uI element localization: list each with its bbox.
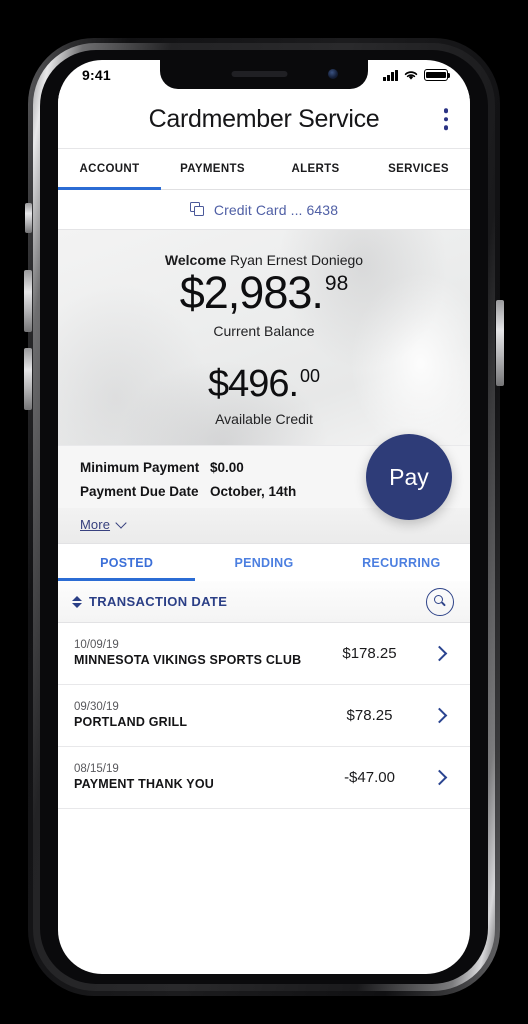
sort-updown-icon bbox=[72, 595, 82, 608]
status-bar-time: 9:41 bbox=[82, 67, 111, 83]
page-title: Cardmember Service bbox=[148, 104, 380, 133]
transaction-amount: -$47.00 bbox=[344, 769, 395, 786]
cellular-signal-icon bbox=[383, 69, 398, 81]
balance-hero: Welcome Ryan Ernest Doniego $2,983. 98 C… bbox=[58, 230, 470, 445]
available-credit-amount: $496. 00 bbox=[58, 365, 470, 403]
transaction-date: 08/15/19 bbox=[74, 762, 119, 775]
search-icon bbox=[433, 595, 447, 608]
transaction-details: 10/09/19 MINNESOTA VIKINGS SPORTS CLUB bbox=[74, 639, 317, 668]
chevron-down-icon bbox=[115, 516, 127, 529]
phone-notch bbox=[160, 60, 368, 89]
minimum-payment-value: $0.00 bbox=[210, 460, 244, 475]
tab-recurring-label: RECURRING bbox=[362, 555, 441, 570]
table-row[interactable]: 08/15/19 PAYMENT THANK YOU -$47.00 bbox=[58, 747, 470, 809]
payment-due-date-value: October, 14th bbox=[210, 484, 297, 499]
available-credit-cents: 00 bbox=[300, 366, 321, 386]
tab-services-label: SERVICES bbox=[388, 163, 449, 175]
hero-spacer bbox=[58, 339, 470, 365]
pay-button[interactable]: Pay bbox=[366, 434, 452, 520]
payment-summary: Minimum Payment $0.00 Payment Due Date O… bbox=[58, 434, 470, 543]
tab-account-label: ACCOUNT bbox=[79, 163, 140, 175]
transaction-amount: $78.25 bbox=[346, 707, 393, 724]
current-balance-cents: 98 bbox=[324, 272, 349, 295]
phone-screen: 9:41 Cardmember Service ACCOUNT PAYMENTS… bbox=[58, 60, 470, 974]
tab-posted[interactable]: POSTED bbox=[58, 544, 196, 581]
transaction-sort-bar: TRANSACTION DATE bbox=[58, 581, 470, 623]
front-camera-icon bbox=[328, 69, 338, 79]
sort-by-date-control[interactable]: TRANSACTION DATE bbox=[72, 594, 227, 609]
tab-payments[interactable]: PAYMENTS bbox=[161, 149, 264, 189]
more-label: More bbox=[80, 517, 111, 532]
battery-full-icon bbox=[424, 69, 451, 81]
tab-recurring[interactable]: RECURRING bbox=[333, 544, 470, 581]
welcome-label: Welcome bbox=[164, 252, 227, 268]
customer-name: Ryan Ernest Doniego bbox=[230, 252, 364, 268]
tab-services[interactable]: SERVICES bbox=[367, 149, 470, 189]
pay-button-label: Pay bbox=[389, 463, 429, 490]
payment-due-date-label: Payment Due Date bbox=[80, 484, 199, 499]
mute-switch-button[interactable] bbox=[25, 203, 32, 233]
transaction-details: 09/30/19 PORTLAND GRILL bbox=[74, 701, 317, 730]
power-button[interactable] bbox=[496, 300, 504, 386]
tab-pending-label: PENDING bbox=[234, 555, 294, 570]
earpiece-speaker-icon bbox=[231, 71, 288, 77]
app-header: Cardmember Service bbox=[58, 90, 470, 148]
welcome-line: Welcome Ryan Ernest Doniego bbox=[58, 252, 470, 268]
volume-up-button[interactable] bbox=[24, 270, 32, 332]
table-row[interactable]: 10/09/19 MINNESOTA VIKINGS SPORTS CLUB $… bbox=[58, 623, 470, 685]
current-balance-caption: Current Balance bbox=[213, 323, 315, 339]
tab-account[interactable]: ACCOUNT bbox=[58, 149, 161, 190]
transaction-details: 08/15/19 PAYMENT THANK YOU bbox=[74, 763, 317, 792]
transaction-amount: $178.25 bbox=[342, 645, 397, 662]
table-row[interactable]: 09/30/19 PORTLAND GRILL $78.25 bbox=[58, 685, 470, 747]
tab-pending[interactable]: PENDING bbox=[195, 544, 332, 581]
tab-alerts-label: ALERTS bbox=[291, 163, 340, 175]
transaction-merchant: MINNESOTA VIKINGS SPORTS CLUB bbox=[74, 652, 302, 667]
wifi-icon bbox=[404, 71, 418, 80]
transaction-merchant: PORTLAND GRILL bbox=[74, 714, 188, 729]
tab-posted-label: POSTED bbox=[100, 555, 154, 570]
kebab-menu-icon[interactable] bbox=[440, 104, 453, 134]
tab-alerts[interactable]: ALERTS bbox=[264, 149, 367, 189]
status-bar-indicators bbox=[383, 69, 451, 81]
minimum-payment-label: Minimum Payment bbox=[80, 460, 200, 475]
transaction-merchant: PAYMENT THANK YOU bbox=[74, 776, 214, 791]
chevron-right-icon[interactable] bbox=[422, 707, 456, 724]
transaction-list: 10/09/19 MINNESOTA VIKINGS SPORTS CLUB $… bbox=[58, 623, 470, 809]
card-selector[interactable]: Credit Card ... 6438 bbox=[58, 190, 470, 230]
chevron-right-icon[interactable] bbox=[422, 645, 456, 662]
card-selector-label: Credit Card ... 6438 bbox=[213, 201, 339, 218]
tab-payments-label: PAYMENTS bbox=[180, 163, 245, 175]
transaction-tab-bar: POSTED PENDING RECURRING bbox=[58, 543, 470, 581]
current-balance-amount: $2,983. 98 bbox=[58, 270, 470, 315]
chevron-right-icon[interactable] bbox=[422, 769, 456, 786]
sort-bar-title: TRANSACTION DATE bbox=[89, 594, 228, 609]
transaction-date: 10/09/19 bbox=[74, 638, 119, 651]
current-balance-whole: $2,983. bbox=[179, 267, 324, 318]
screenshot-stage: 9:41 Cardmember Service ACCOUNT PAYMENTS… bbox=[0, 0, 528, 1024]
primary-tab-bar: ACCOUNT PAYMENTS ALERTS SERVICES bbox=[58, 148, 470, 190]
volume-down-button[interactable] bbox=[24, 348, 32, 410]
search-button[interactable] bbox=[426, 587, 454, 616]
available-credit-caption: Available Credit bbox=[215, 411, 313, 427]
transaction-date: 09/30/19 bbox=[74, 700, 119, 713]
cards-stack-icon bbox=[189, 202, 205, 217]
available-credit-whole: $496. bbox=[207, 363, 299, 405]
